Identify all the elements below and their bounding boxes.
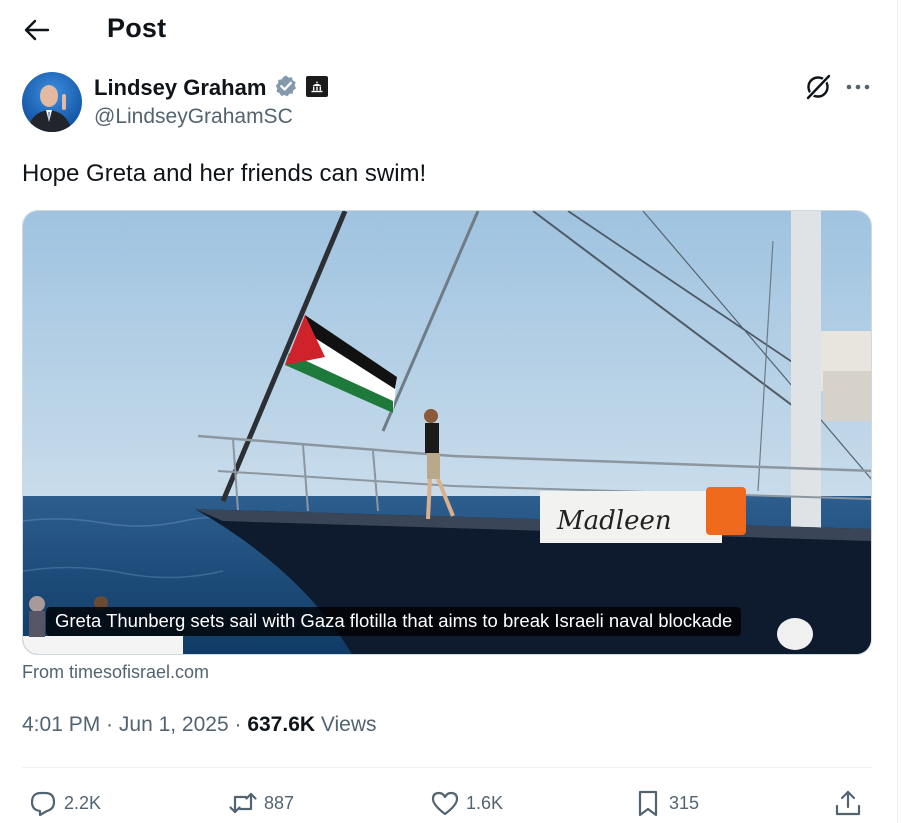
like-button[interactable]: 1.6K — [430, 786, 503, 820]
divider — [22, 767, 872, 768]
views-count[interactable]: 637.6K — [247, 713, 315, 736]
page-title: Post — [107, 13, 167, 43]
card-image: Madleen — [23, 211, 871, 654]
repost-icon — [229, 792, 257, 814]
grok-icon[interactable] — [803, 72, 833, 102]
author-handle[interactable]: @LindseyGrahamSC — [94, 105, 293, 129]
author-name[interactable]: Lindsey Graham — [94, 75, 266, 101]
like-count: 1.6K — [466, 792, 504, 813]
card-caption: Greta Thunberg sets sail with Gaza floti… — [46, 607, 742, 636]
back-arrow-icon — [24, 19, 50, 41]
post-header: Post — [0, 0, 897, 60]
meta-separator: · — [228, 713, 248, 736]
reply-count: 2.2K — [64, 792, 102, 813]
bookmark-icon — [638, 790, 658, 817]
verified-icon — [275, 75, 296, 97]
bookmark-button[interactable]: 315 — [633, 786, 699, 820]
repost-button[interactable]: 887 — [228, 786, 294, 820]
link-card[interactable]: Madleen Greta Thunberg sets sail with Ga… — [22, 210, 872, 655]
card-source[interactable]: From timesofisrael.com — [22, 662, 209, 683]
avatar[interactable] — [22, 72, 82, 132]
reply-icon — [30, 791, 56, 817]
post-text: Hope Greta and her friends can swim! — [22, 160, 427, 187]
share-button[interactable] — [833, 786, 863, 820]
bookmark-count: 315 — [669, 792, 700, 813]
more-icon[interactable] — [843, 73, 873, 101]
meta-separator: · — [100, 713, 119, 736]
post-date[interactable]: Jun 1, 2025 — [119, 713, 229, 736]
views-label: Views — [315, 713, 377, 736]
like-icon — [431, 791, 459, 816]
repost-count: 887 — [264, 792, 295, 813]
back-button[interactable] — [18, 12, 56, 48]
boat-name: Madleen — [556, 506, 672, 536]
reply-button[interactable]: 2.2K — [28, 786, 101, 820]
post-meta: 4:01 PM · Jun 1, 2025 · 637.6K Views — [22, 713, 377, 737]
column-border — [897, 0, 901, 823]
government-affiliation-icon[interactable] — [306, 76, 328, 97]
share-icon — [835, 790, 861, 816]
post-time[interactable]: 4:01 PM — [22, 713, 100, 736]
